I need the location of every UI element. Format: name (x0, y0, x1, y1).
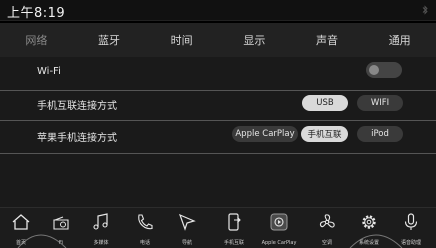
dock-carplay[interactable]: Apple CarPlay (255, 208, 303, 248)
network-settings-panel: Wi-Fi 手机互联连接方式 USB WIFI 苹果手机连接方式 Apple C… (0, 57, 436, 207)
radio-icon (53, 216, 69, 230)
navigation-arrow-icon (178, 213, 196, 231)
tab-network[interactable]: 网络 (0, 23, 73, 57)
music-note-icon (93, 213, 108, 230)
carplay-icon (270, 213, 288, 231)
dock-home[interactable]: 首页 (0, 208, 42, 248)
tab-general[interactable]: 通用 (363, 23, 436, 57)
tab-label: 蓝牙 (98, 34, 120, 47)
dock-label: 语音助理 (400, 240, 421, 246)
dock-label: 导航 (181, 240, 192, 246)
option-label: 手机互联 (307, 130, 342, 140)
dock-label: 电话 (139, 240, 150, 246)
phone-connect-label: 手机互联连接方式 (37, 101, 117, 112)
tab-time[interactable]: 时间 (145, 23, 218, 57)
phone-icon (138, 214, 153, 230)
dock-system-settings[interactable]: 系统设置 (348, 208, 390, 248)
apple-connect-label: 苹果手机连接方式 (37, 133, 117, 144)
gear-icon (362, 215, 376, 229)
phone-link-icon (228, 213, 241, 231)
apple-connect-row: 苹果手机连接方式 Apple CarPlay 手机互联 iPod (0, 120, 436, 154)
wifi-row: Wi-Fi (0, 57, 436, 91)
tab-label: 网络 (25, 34, 48, 47)
dock-label: 多媒体 (93, 240, 109, 246)
tab-sound[interactable]: 声音 (291, 23, 364, 57)
ipod-option-button[interactable]: iPod (357, 126, 403, 142)
tab-label: 通用 (388, 34, 411, 47)
dock-label: 手机互联 (223, 240, 244, 246)
settings-tab-bar: 网络 蓝牙 时间 显示 声音 通用 (0, 23, 436, 57)
fan-icon (319, 214, 335, 228)
dock-label: 首页 (15, 240, 26, 246)
microphone-icon (404, 213, 418, 230)
dock-label: 空调 (321, 240, 332, 246)
wifi-option-button[interactable]: WIFI (357, 95, 403, 111)
usb-option-button[interactable]: USB (302, 95, 348, 111)
wifi-label: Wi-Fi (37, 66, 61, 77)
phone-connect-row: 手机互联连接方式 USB WIFI (0, 87, 436, 121)
clock: 上午8:19 (7, 6, 66, 21)
dock-media[interactable]: 多媒体 (80, 208, 122, 248)
dock-label: 系统设置 (358, 240, 379, 246)
dock-climate[interactable]: 空调 (306, 208, 348, 248)
home-icon (12, 214, 30, 230)
carplay-option-button[interactable]: Apple CarPlay (232, 126, 298, 142)
dock-phone[interactable]: 电话 (124, 208, 166, 248)
wifi-toggle[interactable] (366, 62, 402, 78)
tab-label: 显示 (243, 34, 266, 47)
tab-label: 时间 (170, 34, 193, 47)
option-label: Apple CarPlay (235, 129, 295, 139)
bottom-dock: 首页 Fi 多媒体 电话 导航 手机互联 Apple CarPlay 空调 系统… (0, 207, 436, 248)
tab-bluetooth[interactable]: 蓝牙 (73, 23, 146, 57)
phone-link-option-button[interactable]: 手机互联 (301, 126, 348, 142)
dock-voice-assistant[interactable]: 语音助理 (390, 208, 432, 248)
option-label: iPod (371, 129, 389, 139)
tab-display[interactable]: 显示 (218, 23, 291, 57)
dock-radio[interactable]: Fi (40, 208, 82, 248)
option-label: WIFI (370, 98, 390, 108)
status-bar: 上午8:19 (0, 0, 436, 21)
dock-label: Apple CarPlay (261, 240, 297, 246)
dock-phone-link[interactable]: 手机互联 (213, 208, 255, 248)
toggle-knob (369, 65, 379, 75)
bluetooth-status-icon (422, 5, 428, 15)
option-label: USB (316, 98, 334, 108)
dock-navigation[interactable]: 导航 (166, 208, 208, 248)
dock-label: Fi (59, 240, 63, 246)
tab-label: 声音 (316, 34, 339, 47)
